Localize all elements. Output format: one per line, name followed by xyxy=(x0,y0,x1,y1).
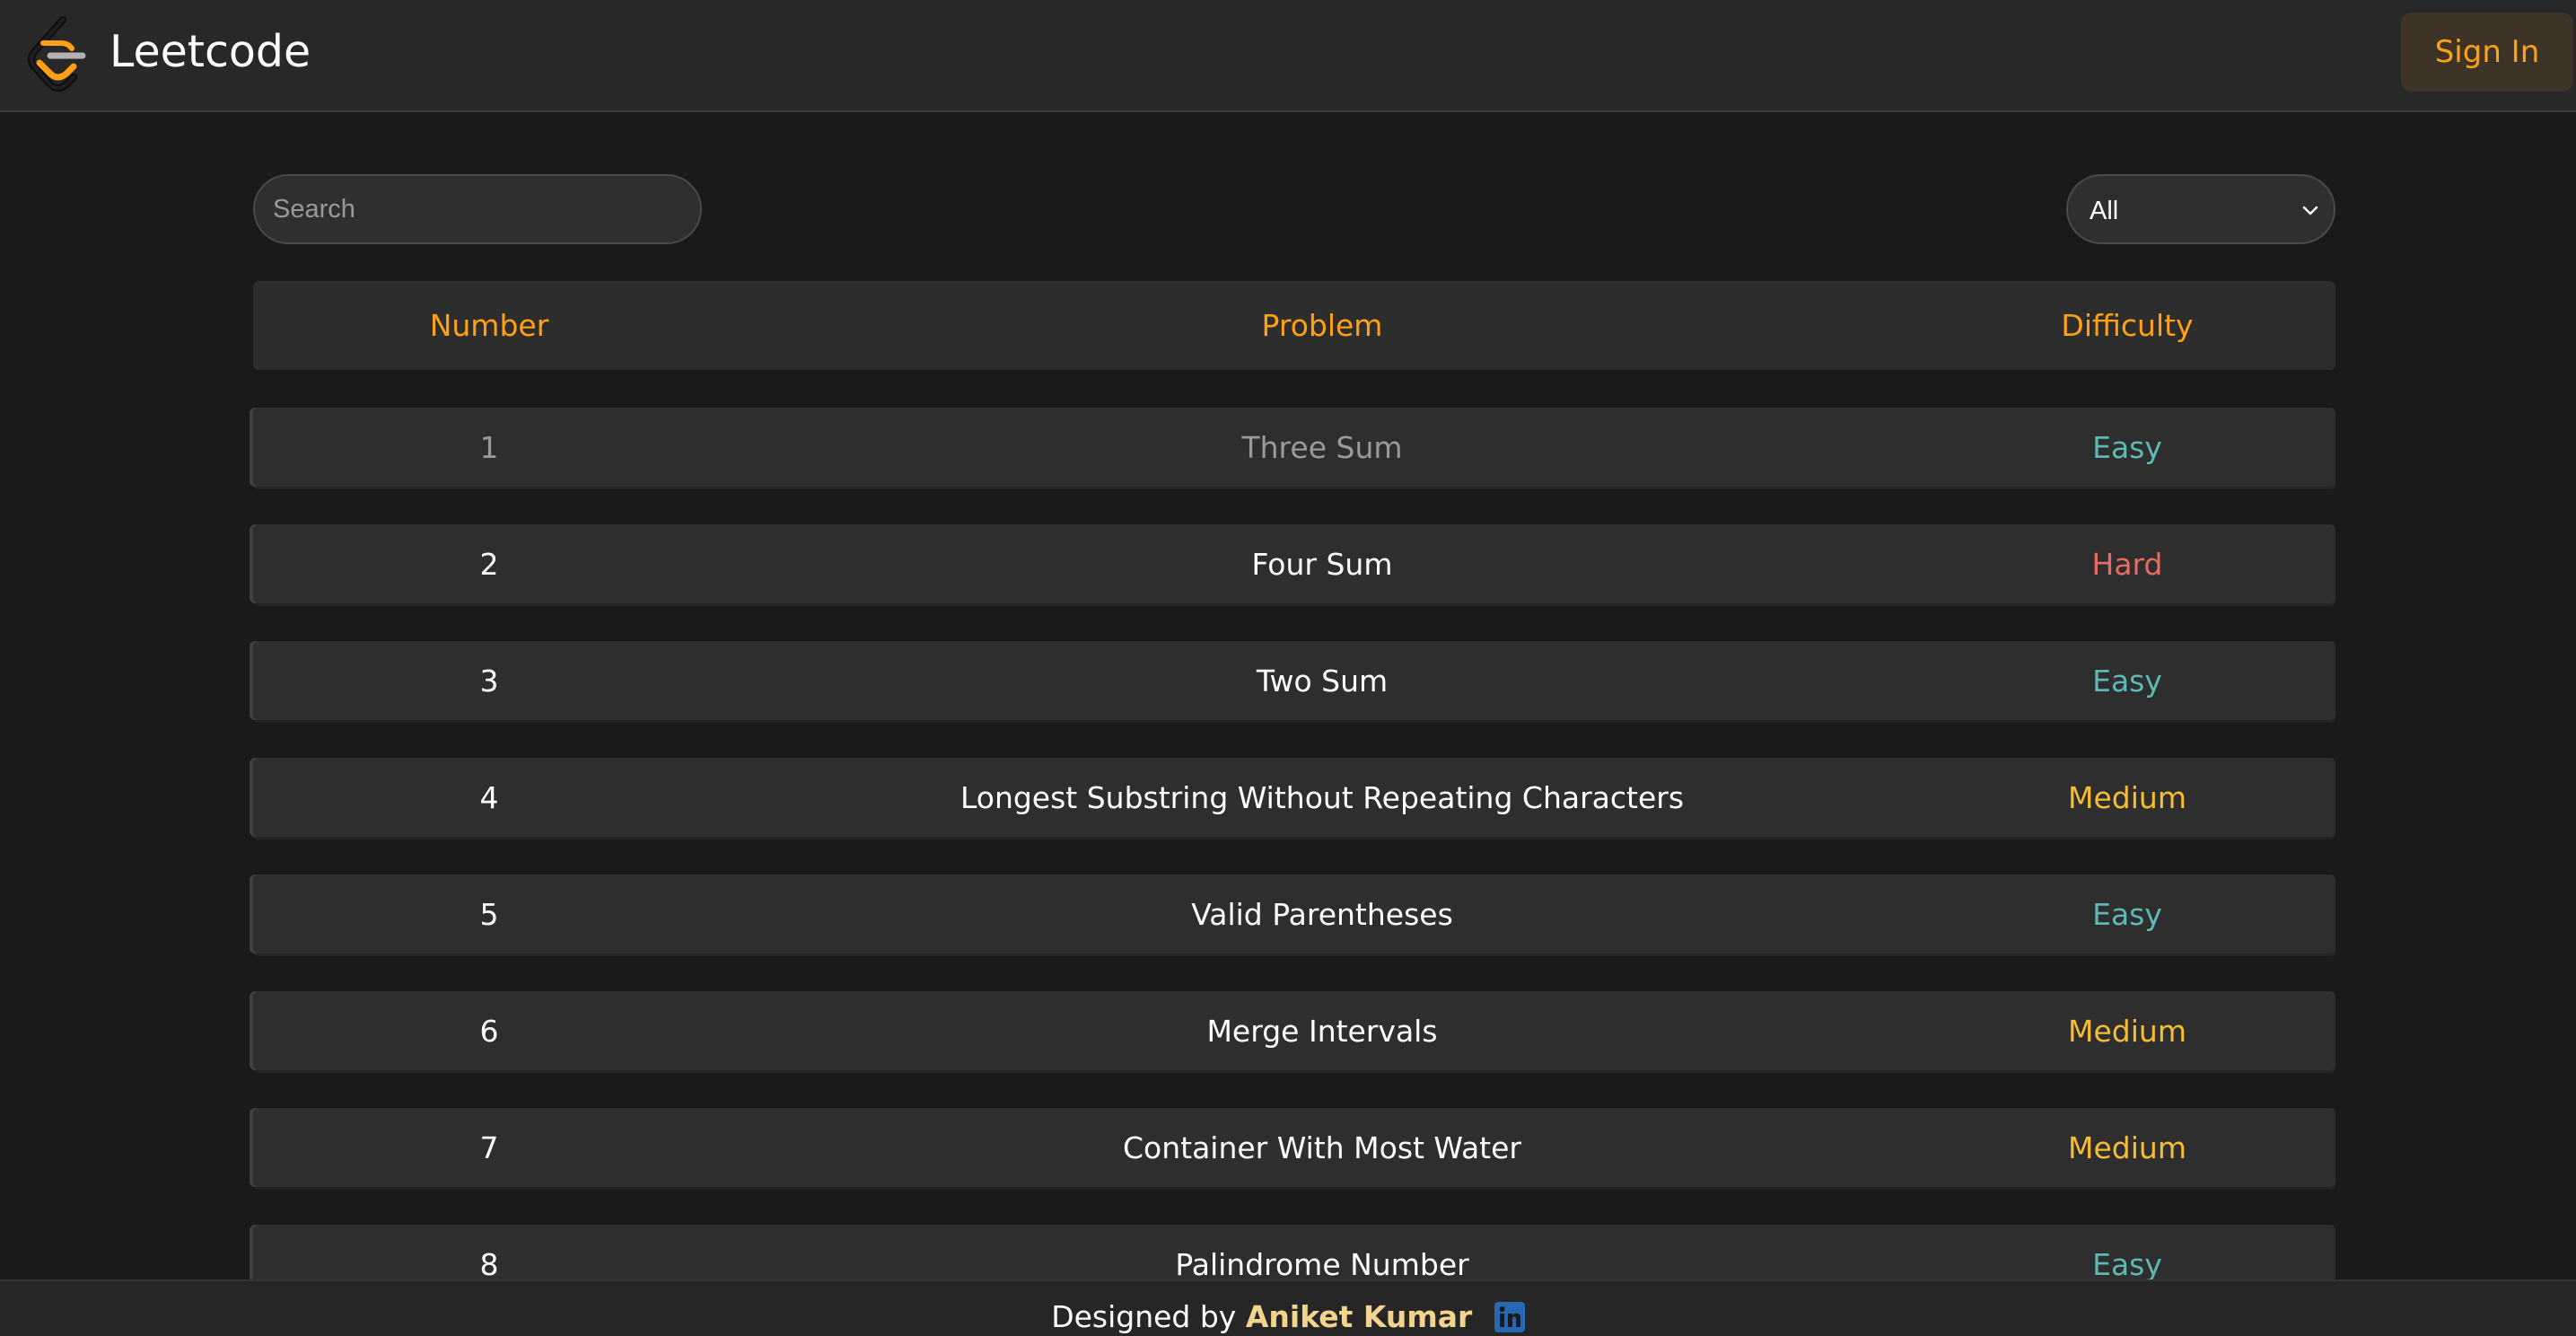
row-number: 2 xyxy=(479,546,499,582)
row-problem-link[interactable]: Four Sum xyxy=(725,524,1919,603)
row-problem-link[interactable]: Merge Intervals xyxy=(725,991,1919,1070)
table-row[interactable]: 1 Three Sum Easy xyxy=(253,408,2335,487)
row-number: 1 xyxy=(479,429,499,465)
row-difficulty: Medium xyxy=(2068,1013,2186,1049)
top-navbar: Leetcode Sign In xyxy=(0,0,2576,112)
row-difficulty: Hard xyxy=(2091,546,2163,582)
footer-credit: Designed by Aniket Kumar xyxy=(0,1299,2576,1334)
row-number: 6 xyxy=(479,1013,499,1049)
table-row[interactable]: 4 Longest Substring Without Repeating Ch… xyxy=(253,758,2335,837)
row-number: 7 xyxy=(479,1129,499,1165)
row-problem-link[interactable]: Two Sum xyxy=(725,641,1919,720)
column-header-number[interactable]: Number xyxy=(253,281,725,370)
sign-in-button[interactable]: Sign In xyxy=(2401,13,2573,92)
brand-name[interactable]: Leetcode xyxy=(110,23,311,81)
chevron-down-icon xyxy=(2302,206,2318,215)
designed-by-label: Designed by xyxy=(1051,1299,1237,1334)
row-problem-link[interactable]: Container With Most Water xyxy=(725,1108,1919,1187)
row-difficulty: Easy xyxy=(2092,429,2162,465)
row-difficulty: Easy xyxy=(2092,896,2162,932)
row-problem-link[interactable]: Three Sum xyxy=(725,408,1919,487)
table-header: Number Problem Difficulty xyxy=(253,281,2335,370)
table-row[interactable]: 5 Valid Parentheses Easy xyxy=(253,875,2335,954)
row-difficulty: Medium xyxy=(2068,779,2186,815)
table-row[interactable]: 7 Container With Most Water Medium xyxy=(253,1108,2335,1187)
signin-wrapper: Sign In xyxy=(2401,0,2573,110)
filter-selected-value: All xyxy=(2090,197,2119,225)
search-input[interactable] xyxy=(253,174,702,244)
row-problem-link[interactable]: Longest Substring Without Repeating Char… xyxy=(725,758,1919,837)
row-difficulty: Medium xyxy=(2068,1129,2186,1165)
linkedin-icon[interactable] xyxy=(1494,1302,1525,1332)
difficulty-filter-select[interactable]: All xyxy=(2066,174,2335,244)
row-number: 3 xyxy=(479,663,499,699)
column-header-difficulty[interactable]: Difficulty xyxy=(1919,281,2335,370)
row-number: 4 xyxy=(479,779,499,815)
row-number: 5 xyxy=(479,896,499,932)
leetcode-logo-icon[interactable] xyxy=(23,16,88,92)
author-name[interactable]: Aniket Kumar xyxy=(1246,1299,1472,1334)
footer: Designed by Aniket Kumar xyxy=(0,1279,2576,1336)
row-difficulty: Easy xyxy=(2092,663,2162,699)
table-row[interactable]: 6 Merge Intervals Medium xyxy=(253,991,2335,1070)
column-header-problem[interactable]: Problem xyxy=(725,281,1919,370)
row-problem-link[interactable]: Valid Parentheses xyxy=(725,875,1919,954)
table-row[interactable]: 2 Four Sum Hard xyxy=(253,524,2335,603)
table-row[interactable]: 3 Two Sum Easy xyxy=(253,641,2335,720)
